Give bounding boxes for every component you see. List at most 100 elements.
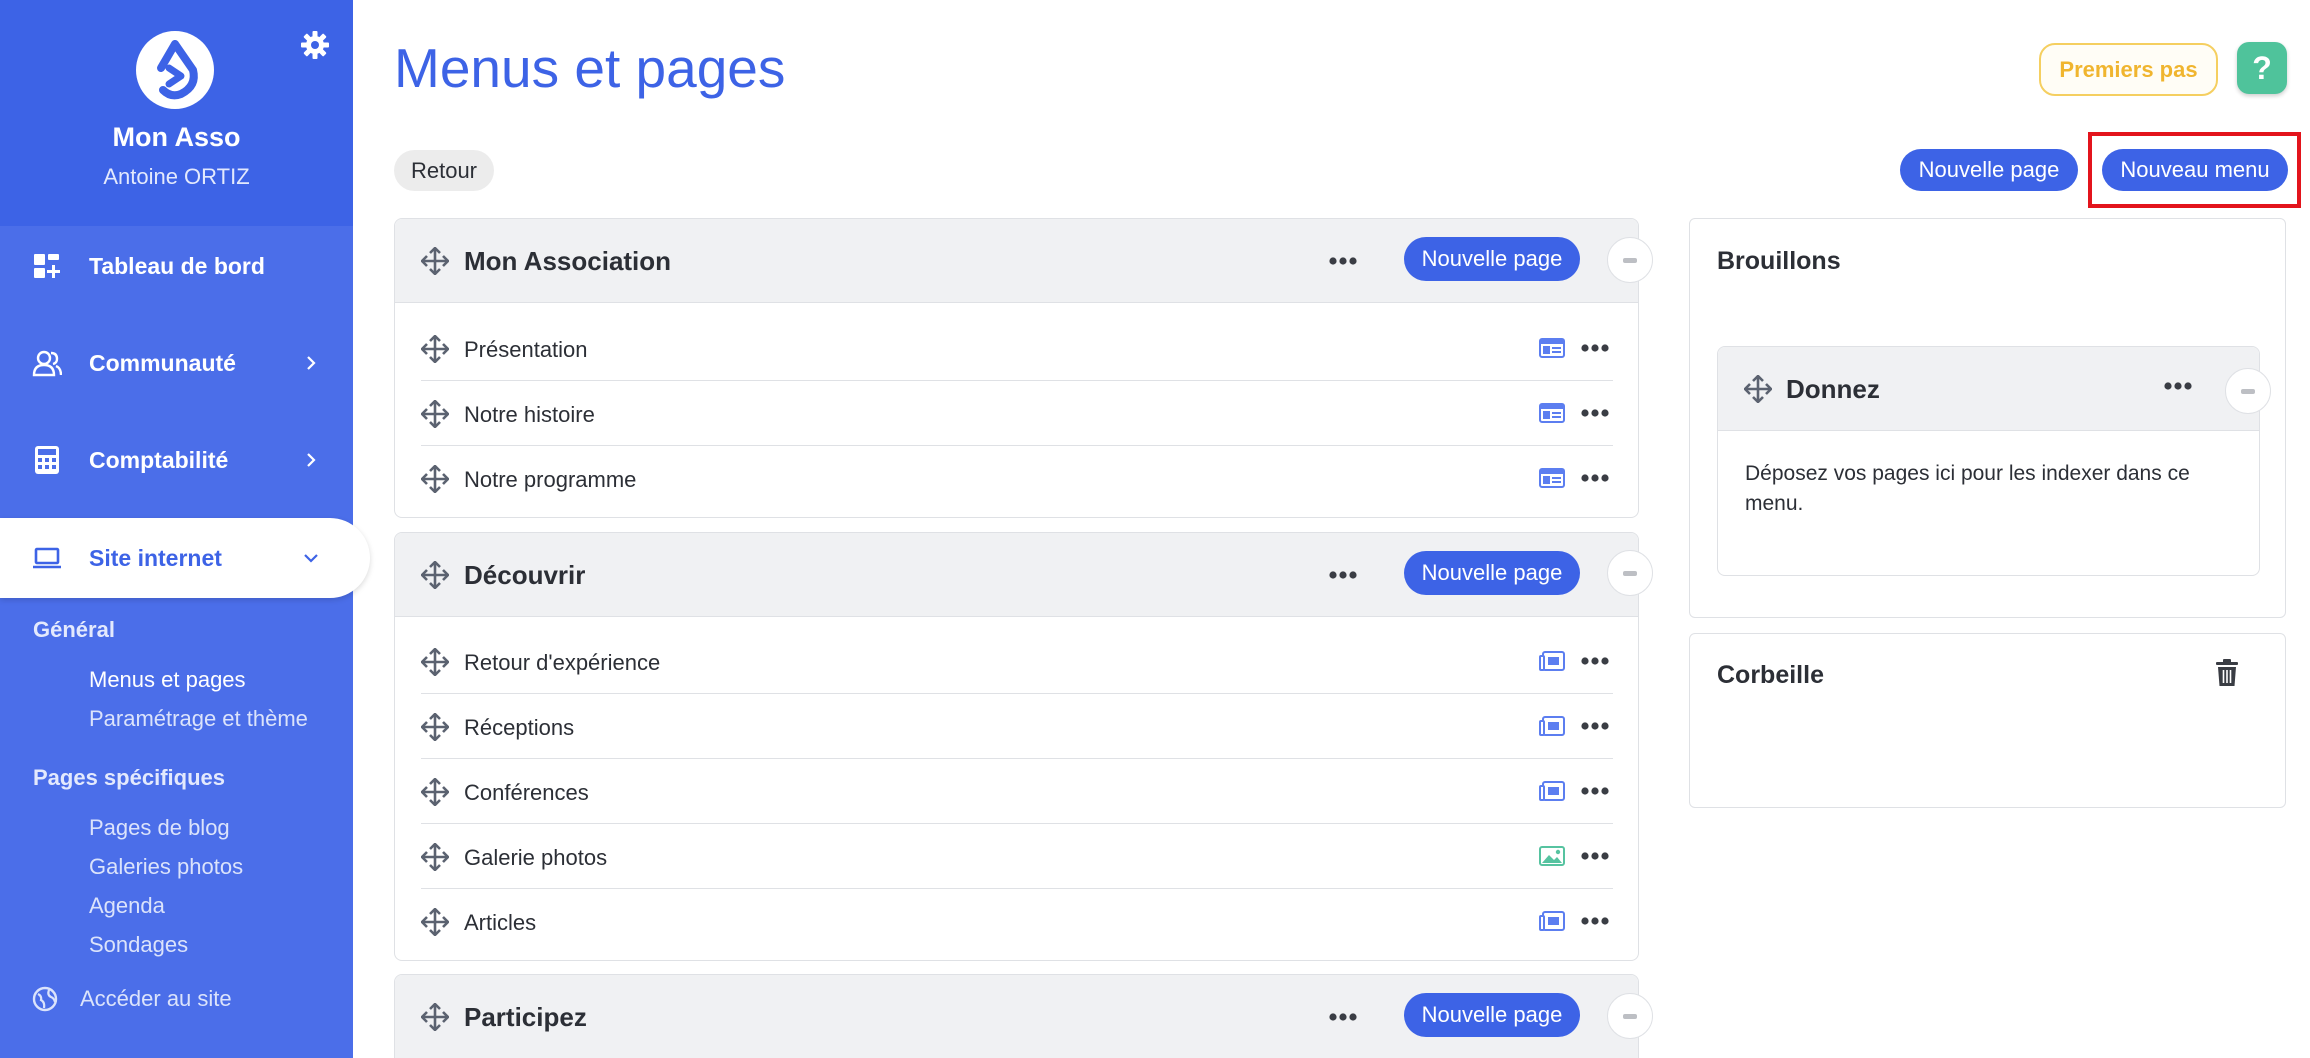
access-site-link[interactable]: Accéder au site bbox=[32, 986, 232, 1012]
move-handle-icon[interactable] bbox=[421, 465, 449, 493]
nav-item-community[interactable]: Communauté bbox=[0, 323, 353, 403]
user-name: Antoine ORTIZ bbox=[103, 164, 250, 189]
sublink-photo-galleries[interactable]: Galeries photos bbox=[89, 854, 243, 880]
blog-page-icon bbox=[1539, 911, 1565, 931]
move-handle-icon[interactable] bbox=[421, 335, 449, 363]
nav-item-accounting[interactable]: Comptabilité bbox=[0, 420, 353, 500]
more-options-icon[interactable] bbox=[1329, 571, 1357, 579]
collapse-button[interactable] bbox=[1607, 993, 1653, 1039]
new-page-button[interactable]: Nouvelle page bbox=[1900, 149, 2078, 191]
more-options-icon[interactable] bbox=[1581, 852, 1609, 860]
collapse-button[interactable] bbox=[2225, 368, 2271, 414]
trash-icon bbox=[2216, 659, 2238, 686]
sublink-menus-pages[interactable]: Menus et pages bbox=[89, 667, 246, 693]
chevron-down-icon bbox=[302, 549, 320, 567]
page-row[interactable]: Galerie photos bbox=[421, 824, 1613, 889]
chevron-right-icon bbox=[302, 451, 320, 469]
menu-card-mon-association: Mon Association Nouvelle page Présentati… bbox=[394, 218, 1639, 518]
access-site-label: Accéder au site bbox=[80, 986, 232, 1011]
page-row[interactable]: Articles bbox=[421, 889, 1613, 954]
minus-icon bbox=[1623, 257, 1637, 263]
menu-card-header: Découvrir Nouvelle page bbox=[395, 533, 1638, 617]
more-options-icon[interactable] bbox=[1329, 1013, 1357, 1021]
move-handle-icon[interactable] bbox=[1744, 375, 1772, 403]
image-gallery-icon bbox=[1539, 846, 1565, 866]
move-handle-icon[interactable] bbox=[421, 778, 449, 806]
more-options-icon[interactable] bbox=[1581, 474, 1609, 482]
sublink-polls[interactable]: Sondages bbox=[89, 932, 188, 958]
getting-started-button[interactable]: Premiers pas bbox=[2039, 43, 2218, 96]
move-handle-icon[interactable] bbox=[421, 713, 449, 741]
menu-card-participez: Participez Nouvelle page bbox=[394, 974, 1639, 1058]
laptop-icon bbox=[32, 544, 62, 572]
page-label[interactable]: Articles bbox=[464, 910, 536, 936]
nav-label: Tableau de bord bbox=[89, 252, 265, 279]
section-title-general: Général bbox=[33, 617, 115, 642]
more-options-icon[interactable] bbox=[1581, 722, 1609, 730]
draft-menu-header: Donnez bbox=[1718, 347, 2259, 431]
sublink-blog-pages[interactable]: Pages de blog bbox=[89, 815, 230, 841]
more-options-icon[interactable] bbox=[1581, 657, 1609, 665]
globe-icon bbox=[32, 986, 58, 1012]
section-title-specific-pages: Pages spécifiques bbox=[33, 765, 225, 790]
page-row[interactable]: Notre programme bbox=[421, 446, 1613, 511]
page-row[interactable]: Présentation bbox=[421, 316, 1613, 381]
page-label[interactable]: Présentation bbox=[464, 337, 588, 363]
trash-panel: Corbeille bbox=[1689, 633, 2286, 808]
move-handle-icon[interactable] bbox=[421, 843, 449, 871]
more-options-icon[interactable] bbox=[1581, 344, 1609, 352]
back-button[interactable]: Retour bbox=[394, 150, 494, 191]
calculator-icon bbox=[32, 446, 62, 474]
minus-icon bbox=[1623, 570, 1637, 576]
menu-new-page-button[interactable]: Nouvelle page bbox=[1404, 237, 1580, 281]
move-handle-icon[interactable] bbox=[421, 1003, 449, 1031]
more-options-icon[interactable] bbox=[1329, 257, 1357, 265]
page-label[interactable]: Réceptions bbox=[464, 715, 574, 741]
sidebar: Mon Asso Antoine ORTIZ Tableau de bord C… bbox=[0, 0, 370, 1058]
drafts-title: Brouillons bbox=[1717, 247, 1841, 275]
collapse-button[interactable] bbox=[1607, 237, 1653, 283]
layout-page-icon bbox=[1539, 468, 1565, 488]
sublink-settings-theme[interactable]: Paramétrage et thème bbox=[89, 706, 308, 732]
highlight-box bbox=[2088, 132, 2301, 208]
org-name: Mon Asso bbox=[112, 122, 241, 152]
page-label[interactable]: Notre histoire bbox=[464, 402, 595, 428]
more-options-icon[interactable] bbox=[2164, 382, 2192, 390]
page-label[interactable]: Notre programme bbox=[464, 467, 636, 493]
menu-title: Découvrir bbox=[464, 560, 586, 590]
menu-title: Mon Association bbox=[464, 246, 672, 276]
page-row[interactable]: Retour d'expérience bbox=[421, 629, 1613, 694]
menu-card-header: Mon Association Nouvelle page bbox=[395, 219, 1638, 303]
nav-item-dashboard[interactable]: Tableau de bord bbox=[0, 226, 353, 306]
org-logo-icon[interactable] bbox=[135, 30, 215, 110]
page-row[interactable]: Conférences bbox=[421, 759, 1613, 824]
menu-new-page-button[interactable]: Nouvelle page bbox=[1404, 551, 1580, 595]
move-handle-icon[interactable] bbox=[421, 648, 449, 676]
move-handle-icon[interactable] bbox=[421, 561, 449, 589]
sublink-agenda[interactable]: Agenda bbox=[89, 893, 165, 919]
gear-icon[interactable] bbox=[300, 30, 330, 60]
nav-label: Comptabilité bbox=[89, 446, 229, 473]
move-handle-icon[interactable] bbox=[421, 247, 449, 275]
page-label[interactable]: Galerie photos bbox=[464, 845, 607, 871]
move-handle-icon[interactable] bbox=[421, 400, 449, 428]
layout-page-icon bbox=[1539, 338, 1565, 358]
help-button[interactable]: ? bbox=[2237, 42, 2287, 94]
collapse-button[interactable] bbox=[1607, 550, 1653, 596]
page-row[interactable]: Réceptions bbox=[421, 694, 1613, 759]
page-label[interactable]: Conférences bbox=[464, 780, 589, 806]
menu-new-page-button[interactable]: Nouvelle page bbox=[1404, 993, 1580, 1037]
more-options-icon[interactable] bbox=[1581, 409, 1609, 417]
draft-menu-card: Donnez Déposez vos pages ici pour les in… bbox=[1717, 346, 2260, 576]
drop-zone-text: Déposez vos pages ici pour les indexer d… bbox=[1745, 462, 2190, 515]
move-handle-icon[interactable] bbox=[421, 908, 449, 936]
sidebar-header: Mon Asso Antoine ORTIZ bbox=[0, 0, 353, 226]
more-options-icon[interactable] bbox=[1581, 787, 1609, 795]
page-label[interactable]: Retour d'expérience bbox=[464, 650, 660, 676]
nav-item-website[interactable]: Site internet bbox=[0, 518, 370, 598]
page-row[interactable]: Notre histoire bbox=[421, 381, 1613, 446]
community-icon bbox=[32, 349, 62, 377]
draft-menu-title: Donnez bbox=[1786, 374, 1880, 404]
more-options-icon[interactable] bbox=[1581, 917, 1609, 925]
nav-label: Communauté bbox=[89, 349, 236, 376]
